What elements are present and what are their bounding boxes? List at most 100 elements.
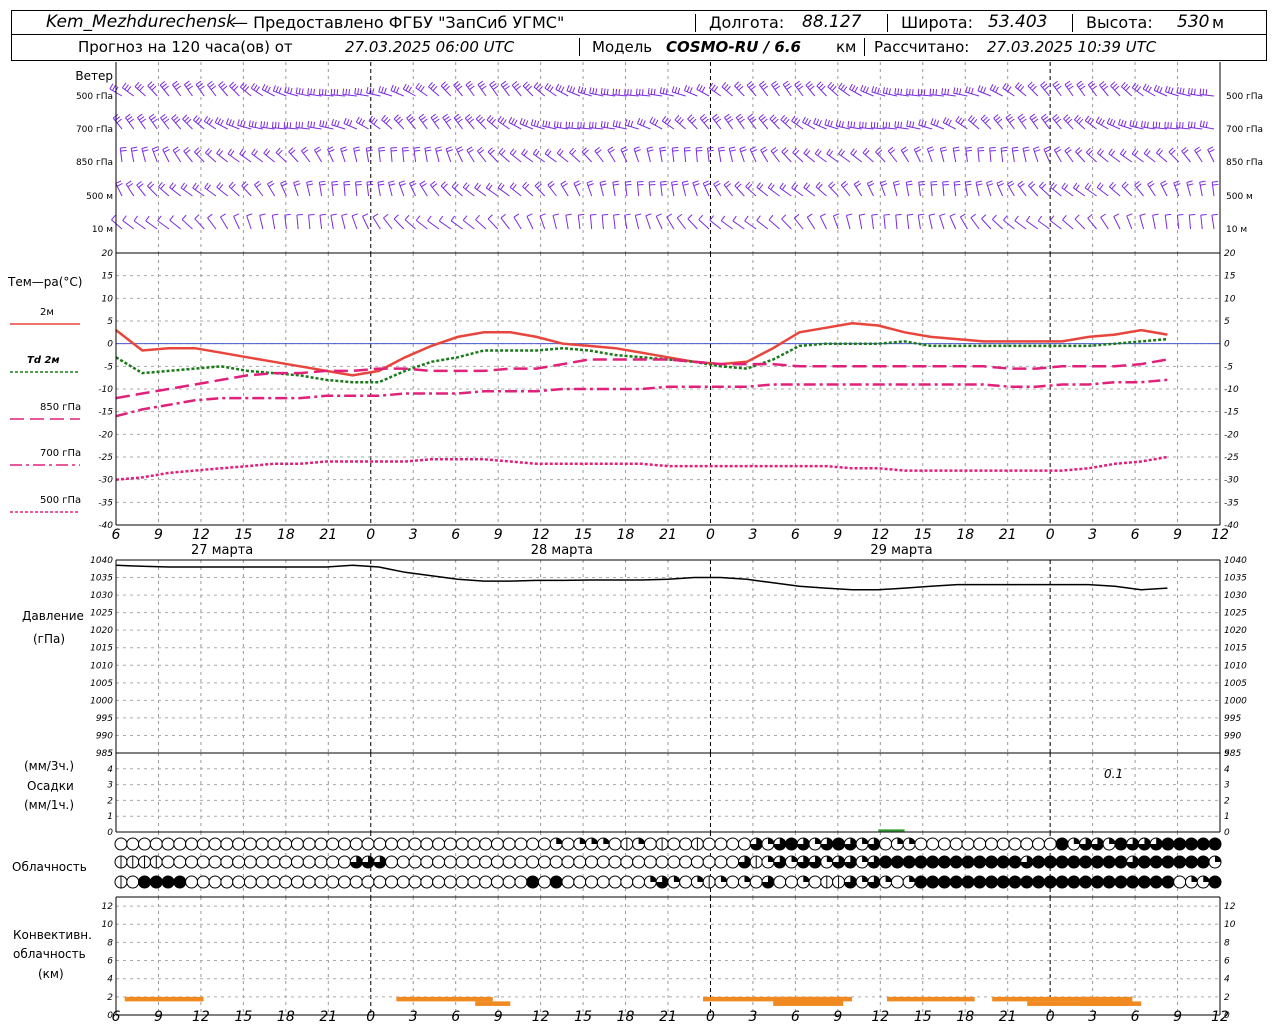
- wind-barb-feather: [535, 150, 540, 156]
- wind-barb-feather: [1112, 83, 1118, 89]
- wind-barb: [1211, 215, 1215, 230]
- wind-barb: [674, 119, 686, 130]
- cloud-symbol: [338, 837, 352, 851]
- wind-barb-feather: [935, 89, 938, 96]
- wind-barb-feather: [906, 180, 913, 183]
- wind-barb: [1017, 117, 1027, 130]
- wind-barb-feather: [674, 115, 680, 121]
- wind-barb: [709, 219, 722, 230]
- wind-barb-feather: [344, 184, 351, 186]
- cloud-symbol: [690, 855, 704, 869]
- wind-barb: [111, 219, 123, 230]
- precip-1h-label: (мм/1ч.): [24, 798, 74, 812]
- cloud-circle: [290, 837, 304, 851]
- wind-barb: [989, 148, 992, 163]
- wind-barb: [532, 153, 545, 163]
- cloud-circle: [937, 875, 951, 889]
- cloud-symbol: [161, 855, 175, 869]
- wind-barb-feather: [941, 88, 944, 95]
- wind-barb-feather: [1199, 120, 1202, 127]
- wind-barb: [489, 84, 499, 97]
- wind-barb: [522, 85, 534, 97]
- wind-barb-feather: [1038, 181, 1044, 187]
- wind-barb-feather: [876, 122, 879, 129]
- cloud-circle: [585, 875, 599, 889]
- cloud-circle: [443, 875, 457, 889]
- cloud-symbol: [1114, 837, 1128, 851]
- wind-barb-feather: [487, 214, 493, 220]
- wind-barb: [1097, 152, 1109, 163]
- wind-barb: [487, 151, 499, 163]
- cloud-circle: [126, 837, 140, 851]
- wind-barb-feather: [272, 213, 279, 216]
- wind-barb-feather: [980, 86, 984, 93]
- cloud-circle: [1032, 855, 1046, 869]
- wind-barb-feather: [820, 213, 826, 217]
- wind-barb-feather: [172, 80, 178, 86]
- wind-barb-feather: [479, 83, 485, 88]
- cloud-symbol: [1055, 855, 1069, 869]
- cloud-symbol: [702, 855, 716, 869]
- cloud-symbol: [1161, 855, 1175, 869]
- wind-barb-feather: [231, 83, 237, 89]
- wind-barb-feather: [218, 150, 224, 156]
- wind-barb-feather: [600, 88, 603, 95]
- cloud-circle: [149, 875, 163, 889]
- wind-barb-feather: [897, 88, 900, 95]
- wind-barb: [485, 187, 499, 197]
- cloud-symbol: [961, 875, 975, 889]
- cloud-circle: [502, 875, 516, 889]
- wind-barb-feather: [1096, 182, 1102, 188]
- wind-barb: [791, 120, 804, 130]
- wind-barb: [1200, 215, 1203, 230]
- wind-barb-feather: [389, 183, 396, 186]
- y-tick-label: -15: [98, 408, 113, 418]
- cloud-circle: [1043, 855, 1057, 869]
- wind-barb: [477, 84, 487, 97]
- wind-barb-feather: [660, 180, 667, 183]
- time-tick-label: 18: [956, 527, 974, 543]
- wind-barb-feather: [381, 86, 384, 93]
- wind-barb: [343, 182, 346, 197]
- wind-barb: [1017, 184, 1027, 197]
- cloud-symbol: [173, 875, 187, 889]
- cloud-circle: [561, 875, 575, 889]
- legend-label: 2м: [40, 307, 54, 318]
- cloud-symbol: [279, 855, 293, 869]
- cloud-symbol: [632, 837, 646, 851]
- wind-barb-feather: [136, 83, 142, 89]
- wind-barb-feather: [907, 213, 914, 216]
- wind-barb-feather: [756, 182, 761, 188]
- wind-barb-feather: [1072, 182, 1078, 189]
- wind-barb-feather: [676, 213, 683, 219]
- cloud-circle: [255, 855, 269, 869]
- wind-barb-feather: [220, 83, 226, 89]
- cloud-circle: [726, 837, 740, 851]
- cloud-symbol: [949, 837, 963, 851]
- wind-barb-feather: [207, 213, 213, 219]
- wind-barb-feather: [729, 146, 736, 149]
- cloud-symbol: [161, 837, 175, 851]
- wind-barb-feather: [726, 85, 731, 92]
- time-tick-label: 12: [871, 527, 889, 543]
- wind-barb-feather: [169, 215, 174, 221]
- cloud-quarter: [591, 838, 598, 844]
- cloud-symbol: [832, 875, 846, 889]
- cloud-circle: [726, 875, 740, 889]
- wind-barb-feather: [781, 214, 787, 220]
- wind-barb-feather: [491, 83, 497, 88]
- cloud-symbol: [490, 855, 504, 869]
- wind-barb: [1027, 85, 1039, 97]
- wind-barb-feather: [815, 181, 821, 188]
- cloud-symbol: [1137, 837, 1151, 851]
- wind-barb: [148, 117, 158, 130]
- wind-barb-feather: [248, 120, 251, 127]
- y-tick-label: 1030: [90, 591, 113, 601]
- cloud-symbol: [138, 875, 152, 889]
- cloud-circle: [243, 837, 257, 851]
- cloud-quarter: [909, 876, 916, 882]
- y-tick-label: 6: [1224, 957, 1230, 967]
- wind-barb-feather: [1055, 149, 1062, 153]
- wind-barb-feather: [504, 85, 510, 91]
- wind-barb-feather: [993, 114, 999, 119]
